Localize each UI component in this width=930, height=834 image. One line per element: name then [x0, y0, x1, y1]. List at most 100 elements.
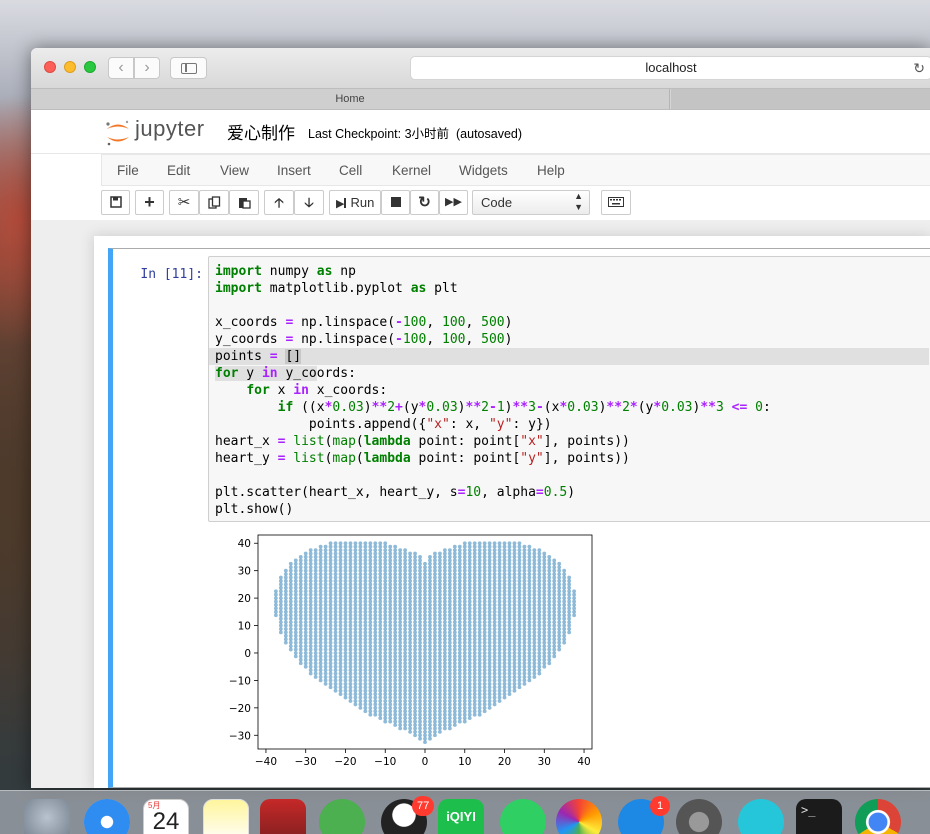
close-window-button[interactable]: [44, 61, 56, 73]
iqiyi-icon[interactable]: iQIYI: [438, 799, 484, 834]
interrupt-button[interactable]: [381, 190, 410, 215]
menu-cell[interactable]: Cell: [339, 163, 362, 178]
cut-button[interactable]: ✂: [169, 190, 199, 215]
scatter-point: [413, 723, 417, 727]
scatter-point: [333, 675, 338, 679]
reload-icon[interactable]: ↻: [913, 58, 925, 78]
menu-widgets[interactable]: Widgets: [459, 163, 508, 178]
scatter-point: [527, 675, 532, 679]
scatter-point: [408, 688, 412, 693]
scatter-point: [517, 572, 522, 576]
scatter-point: [433, 685, 437, 690]
menu-kernel[interactable]: Kernel: [392, 163, 431, 178]
code-editor[interactable]: import numpy as np import matplotlib.pyp…: [208, 256, 930, 522]
scatter-point: [547, 599, 552, 604]
menu-view[interactable]: View: [220, 163, 249, 178]
command-palette-button[interactable]: [601, 190, 631, 215]
scatter-point: [338, 568, 343, 573]
scatter-point: [557, 589, 562, 594]
scatter-point: [393, 671, 398, 676]
scatter-point: [368, 661, 373, 666]
menu-edit[interactable]: Edit: [167, 163, 190, 178]
scatter-point: [398, 589, 403, 594]
cell-type-select[interactable]: Code ▲ ▼: [472, 190, 590, 215]
notebook-name[interactable]: 爱心制作: [227, 119, 295, 144]
code-cell[interactable]: In [11]: import numpy as np import matpl…: [108, 248, 930, 788]
scatter-point: [477, 592, 482, 597]
tab-home[interactable]: Home: [31, 89, 670, 109]
scatter-point: [447, 702, 452, 707]
scatter-point: [293, 596, 298, 601]
scatter-point: [318, 548, 323, 552]
scatter-point: [393, 651, 398, 655]
move-down-button[interactable]: 🡣: [294, 190, 324, 215]
scatter-point: [507, 637, 512, 642]
chrome-icon[interactable]: [855, 799, 901, 834]
jupyter-logo-icon[interactable]: [103, 118, 133, 148]
sidebar-toggle-button[interactable]: [170, 57, 207, 79]
scatter-point: [482, 678, 487, 683]
system-preferences-icon[interactable]: [676, 799, 722, 834]
photos-icon[interactable]: [556, 799, 602, 834]
scatter-point: [393, 558, 398, 563]
scatter-point: [547, 623, 552, 628]
scatter-point: [507, 603, 512, 607]
scatter-point: [517, 613, 522, 618]
restart-button[interactable]: ↻: [410, 190, 439, 215]
move-up-button[interactable]: 🡡: [264, 190, 294, 215]
scatter-point: [467, 623, 472, 628]
scatter-point: [442, 603, 447, 607]
scatter-point: [328, 627, 333, 631]
copy-button[interactable]: [199, 190, 229, 215]
forward-button[interactable]: ›: [134, 57, 160, 79]
scatter-point: [398, 579, 403, 583]
c-app-icon[interactable]: [738, 799, 784, 834]
scatter-point: [358, 616, 363, 621]
minimize-window-button[interactable]: [64, 61, 76, 73]
scatter-point: [333, 664, 338, 669]
menu-help[interactable]: Help: [537, 163, 565, 178]
scatter-point: [487, 544, 492, 549]
scatter-point: [457, 565, 462, 570]
scatter-point: [418, 654, 422, 659]
scatter-point: [288, 565, 293, 570]
scatter-point: [328, 647, 333, 652]
jupyter-logo-text[interactable]: jupyter: [135, 116, 205, 142]
scatter-point: [418, 671, 422, 676]
maximize-window-button[interactable]: [84, 61, 96, 73]
scatter-point: [472, 606, 477, 611]
scatter-point: [353, 623, 358, 628]
scatter-point: [388, 630, 393, 635]
scatter-point: [338, 565, 343, 570]
notes-icon[interactable]: [203, 799, 249, 834]
insert-cell-button[interactable]: +: [135, 190, 164, 215]
photo-booth-icon[interactable]: [260, 799, 306, 834]
scatter-point: [457, 620, 462, 625]
scatter-point: [343, 685, 348, 690]
restart-run-all-button[interactable]: ▶▶: [439, 190, 468, 215]
tab-active[interactable]: [671, 89, 930, 109]
address-bar[interactable]: localhost ↻: [410, 56, 930, 80]
menu-file[interactable]: File: [117, 163, 139, 178]
terminal-icon[interactable]: >_: [796, 799, 842, 834]
scatter-point: [373, 678, 378, 683]
scatter-point: [408, 685, 412, 690]
code-text[interactable]: import numpy as np import matplotlib.pyp…: [209, 263, 929, 518]
save-button[interactable]: [101, 190, 130, 215]
scatter-point: [373, 544, 378, 549]
scatter-point: [462, 596, 467, 601]
safari-icon[interactable]: [84, 799, 130, 834]
scatter-point: [517, 678, 522, 683]
paste-button[interactable]: [229, 190, 259, 215]
scatter-point: [428, 675, 432, 679]
scatter-point: [373, 712, 378, 717]
music-icon[interactable]: [500, 799, 546, 834]
run-button[interactable]: ▶​ Run: [329, 190, 381, 215]
rocket-icon[interactable]: [24, 799, 70, 834]
back-button[interactable]: ‹: [108, 57, 134, 79]
calendar-icon[interactable]: 5月 24: [143, 799, 189, 834]
scatter-point: [552, 589, 557, 594]
wechat-icon[interactable]: [319, 799, 365, 834]
menu-insert[interactable]: Insert: [277, 163, 311, 178]
scatter-point: [527, 613, 532, 618]
